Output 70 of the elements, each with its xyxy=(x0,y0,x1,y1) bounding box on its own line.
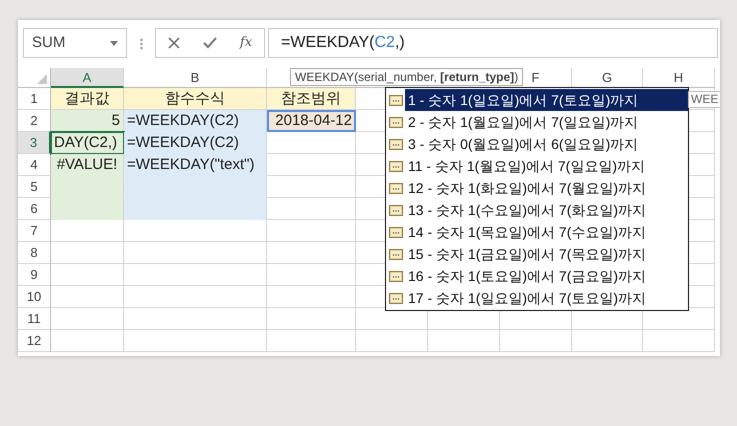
table-cell: 2018-04-12 xyxy=(267,110,356,132)
empty-cell[interactable] xyxy=(51,308,124,330)
table-cell: #VALUE! xyxy=(51,154,124,176)
autocomplete-item[interactable]: 16 - 숫자 1(토요일)에서 7(금요일)까지 xyxy=(386,265,688,287)
function-hint-tooltip: WEEKDAY(serial_number, [return_type]) xyxy=(290,68,524,86)
table-cell: DAY(C2,) xyxy=(51,132,124,154)
empty-cell[interactable] xyxy=(51,220,124,242)
empty-cell[interactable] xyxy=(51,242,124,264)
close-icon xyxy=(168,36,180,49)
grip-icon xyxy=(140,38,142,50)
autocomplete-item[interactable]: 17 - 숫자 1(일요일)에서 7(토요일)까지 xyxy=(386,287,688,309)
enum-icon xyxy=(389,270,403,282)
autocomplete-item[interactable]: 14 - 숫자 1(목요일)에서 7(수요일)까지 xyxy=(386,221,688,243)
triangle-icon xyxy=(37,74,47,84)
empty-cell[interactable] xyxy=(124,286,267,308)
enum-icon xyxy=(389,204,403,216)
autocomplete-item[interactable]: 3 - 숫자 0(월요일)에서 6(일요일)까지 xyxy=(386,133,688,155)
dropdown-icon xyxy=(110,40,118,46)
formula-text: =WEEKDAY(C2,) xyxy=(281,33,405,53)
formula-field[interactable]: =WEEKDAY(C2,) xyxy=(268,28,718,58)
autocomplete-item[interactable]: 13 - 숫자 1(수요일)에서 7(화요일)까지 xyxy=(386,199,688,221)
row-header[interactable]: 7 xyxy=(18,220,51,242)
row-header[interactable]: 12 xyxy=(18,330,51,352)
enum-icon xyxy=(389,94,403,106)
autocomplete-item[interactable]: 11 - 숫자 1(월요일)에서 7(일요일)까지 xyxy=(386,155,688,177)
row-header[interactable]: 8 xyxy=(18,242,51,264)
enum-icon xyxy=(389,160,403,172)
empty-cell[interactable] xyxy=(267,330,356,352)
empty-cell[interactable] xyxy=(267,286,356,308)
empty-cell[interactable] xyxy=(267,308,356,330)
empty-cell[interactable] xyxy=(267,242,356,264)
table-cell: 함수수식 xyxy=(124,88,267,110)
empty-cell[interactable] xyxy=(124,308,267,330)
enum-icon xyxy=(389,182,403,194)
empty-cell[interactable] xyxy=(124,220,267,242)
row-header[interactable]: 11 xyxy=(18,308,51,330)
name-box[interactable]: SUM xyxy=(23,28,127,58)
enum-icon xyxy=(389,292,403,304)
empty-cell[interactable] xyxy=(267,220,356,242)
empty-cell[interactable] xyxy=(124,242,267,264)
check-icon xyxy=(203,36,217,49)
table-cell: 참조범위 xyxy=(267,88,356,110)
empty-cell[interactable] xyxy=(267,264,356,286)
enum-icon xyxy=(389,138,403,150)
empty-cell[interactable] xyxy=(51,286,124,308)
table-cell: =WEEKDAY(C2) xyxy=(124,110,267,132)
empty-cell[interactable] xyxy=(124,264,267,286)
empty-cell[interactable] xyxy=(356,330,428,352)
empty-cell[interactable] xyxy=(500,330,572,352)
autocomplete-item[interactable]: 2 - 숫자 1(월요일)에서 7(일요일)까지 xyxy=(386,111,688,133)
table-cell: 결과값 xyxy=(51,88,124,110)
empty-cell[interactable] xyxy=(51,264,124,286)
empty-cell[interactable] xyxy=(643,330,715,352)
table-cell: =WEEKDAY("text") xyxy=(124,154,267,176)
empty-cell[interactable] xyxy=(428,330,500,352)
autocomplete-item[interactable]: 12 - 숫자 1(화요일)에서 7(월요일)까지 xyxy=(386,177,688,199)
enum-icon xyxy=(389,116,403,128)
row-header[interactable]: 10 xyxy=(18,286,51,308)
enum-icon xyxy=(389,226,403,238)
row-header[interactable]: 3 xyxy=(18,132,51,154)
function-tooltip: WEE xyxy=(688,91,720,108)
enum-icon xyxy=(389,248,403,260)
empty-cell[interactable] xyxy=(51,330,124,352)
column-header[interactable]: A xyxy=(51,68,124,88)
row-header[interactable]: 9 xyxy=(18,264,51,286)
empty-cell[interactable] xyxy=(124,330,267,352)
empty-cell[interactable] xyxy=(572,330,643,352)
table-cell: 5 xyxy=(51,110,124,132)
autocomplete-item[interactable]: 15 - 숫자 1(금요일)에서 7(목요일)까지 xyxy=(386,243,688,265)
table-cell: =WEEKDAY(C2) xyxy=(124,132,267,154)
